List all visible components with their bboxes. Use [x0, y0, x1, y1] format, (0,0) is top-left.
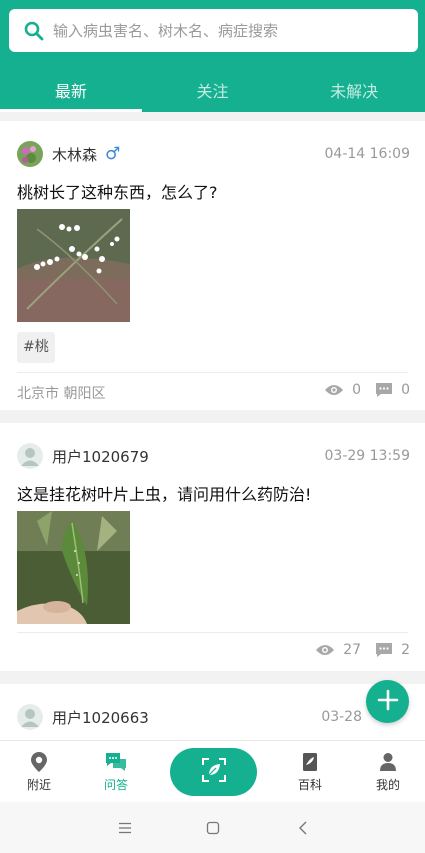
search-bar[interactable]: 输入病虫害名、树木名、病症搜索: [9, 9, 418, 52]
scan-button[interactable]: [170, 748, 257, 796]
tab-following[interactable]: 关注: [142, 78, 284, 112]
nav-label: 我的: [375, 778, 400, 792]
nav-encyclopedia[interactable]: 百科: [280, 751, 340, 793]
post-time: 03-28: [321, 709, 362, 725]
post-card[interactable]: 用户1020663 03-28: [0, 684, 425, 744]
nav-qa[interactable]: 问答: [86, 751, 146, 793]
feed-tabs: 最新 关注 未解决: [0, 78, 425, 112]
view-count: 0: [352, 382, 362, 398]
post-time: 04-14 16:09: [324, 146, 410, 162]
post-title[interactable]: 桃树长了这种东西，怎么了?: [17, 179, 218, 203]
search-placeholder[interactable]: 输入病虫害名、树木名、病症搜索: [53, 20, 278, 41]
home-icon[interactable]: [203, 818, 223, 838]
post-location: 北京市 朝阳区: [17, 386, 106, 402]
post-header: 用户1020679 03-29 13:59: [17, 443, 410, 469]
chat-bubbles-icon: [86, 751, 146, 773]
post-header: 用户1020663 03-28: [17, 704, 410, 730]
comment-count: 2: [401, 642, 410, 658]
nav-label: 百科: [297, 778, 322, 792]
post-tag[interactable]: #桃: [17, 332, 55, 363]
avatar[interactable]: [17, 704, 43, 730]
post-card[interactable]: 用户1020679 03-29 13:59 这是挂花树叶片上虫，请问用什么药防治…: [0, 423, 425, 671]
post-header: 木林森 ♂ 04-14 16:09: [17, 141, 410, 167]
eye-icon: [315, 643, 335, 657]
divider: [17, 632, 408, 633]
back-icon[interactable]: [293, 818, 313, 838]
post-image[interactable]: [17, 511, 130, 624]
tab-unsolved[interactable]: 未解决: [283, 78, 425, 112]
username[interactable]: 木林森: [52, 144, 97, 165]
view-count: 27: [343, 642, 362, 658]
nav-nearby[interactable]: 附近: [9, 751, 69, 793]
avatar[interactable]: [17, 443, 43, 469]
bottom-nav: 附近 问答 百科 我的: [0, 740, 425, 802]
nav-label: 附近: [26, 778, 51, 792]
nav-label: 问答: [103, 778, 128, 792]
post-time: 03-29 13:59: [324, 448, 410, 464]
menu-icon[interactable]: [115, 818, 135, 838]
eye-icon: [324, 383, 344, 397]
search-icon: [23, 20, 45, 42]
system-nav-bar: [0, 802, 425, 853]
post-stats: 27 2: [315, 642, 410, 658]
divider: [17, 372, 408, 373]
post-card[interactable]: 木林森 ♂ 04-14 16:09 桃树长了这种东西，怎么了? #桃 北京市 朝…: [0, 121, 425, 410]
book-icon: [280, 751, 340, 773]
comment-icon[interactable]: [375, 642, 393, 658]
comment-count: 0: [401, 382, 410, 398]
app-header: 输入病虫害名、树木名、病症搜索 最新 关注 未解决: [0, 0, 425, 112]
plus-icon: [377, 689, 399, 715]
username[interactable]: 用户1020663: [52, 707, 149, 728]
nav-mine[interactable]: 我的: [358, 751, 418, 793]
avatar[interactable]: [17, 141, 43, 167]
tab-latest[interactable]: 最新: [0, 78, 142, 112]
person-icon: [358, 751, 418, 773]
comment-icon[interactable]: [375, 382, 393, 398]
location-pin-icon: [9, 751, 69, 773]
male-icon: ♂: [105, 144, 121, 164]
add-post-button[interactable]: [366, 680, 409, 723]
post-stats: 0 0: [324, 382, 410, 398]
username[interactable]: 用户1020679: [52, 446, 149, 467]
scan-leaf-icon: [201, 757, 227, 787]
post-image[interactable]: [17, 209, 130, 322]
post-title[interactable]: 这是挂花树叶片上虫，请问用什么药防治!: [17, 481, 311, 505]
